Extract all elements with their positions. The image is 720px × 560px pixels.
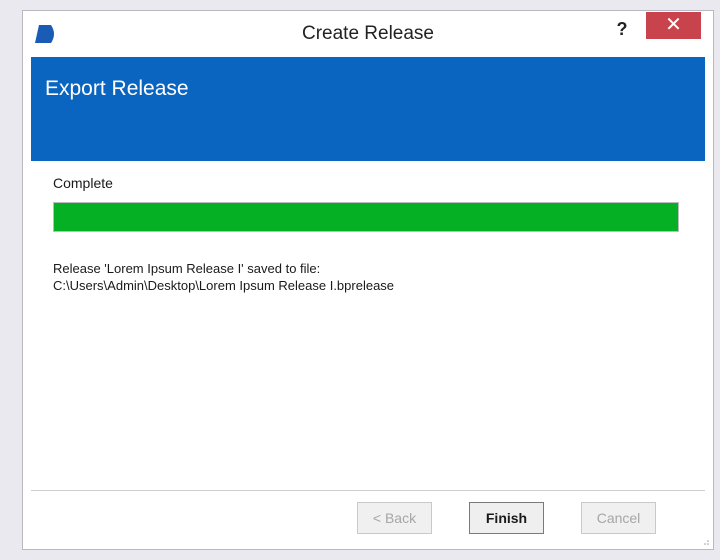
resize-grip-icon[interactable] [701,537,709,545]
progress-bar [53,202,679,232]
title-bar[interactable]: Create Release ? ✕ [23,11,713,57]
create-release-dialog: Create Release ? ✕ Export Release Comple… [22,10,714,550]
back-button[interactable]: < Back [357,502,432,534]
close-button[interactable]: ✕ [646,12,701,39]
result-message: Release 'Lorem Ipsum Release I' saved to… [53,260,394,294]
status-label: Complete [53,175,113,191]
progress-bar-fill [54,203,678,231]
footer: < Back Finish Cancel [31,491,705,549]
content-panel: Complete Release 'Lorem Ipsum Release I'… [31,161,705,491]
result-message-line: Release 'Lorem Ipsum Release I' saved to… [53,261,321,276]
result-file-path: C:\Users\Admin\Desktop\Lorem Ipsum Relea… [53,278,395,293]
header-title: Export Release [45,77,189,100]
finish-button[interactable]: Finish [469,502,544,534]
header-banner: Export Release [31,57,705,161]
cancel-button[interactable]: Cancel [581,502,656,534]
help-button[interactable]: ? [609,17,635,41]
